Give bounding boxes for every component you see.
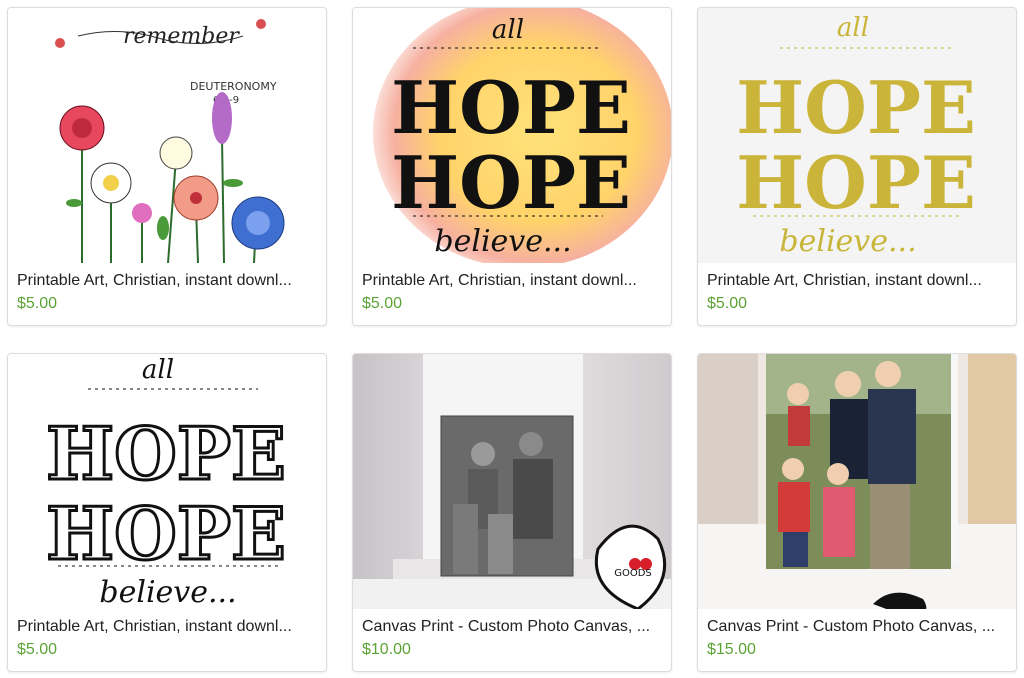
svg-text:all: all [142, 355, 174, 385]
svg-text:HOPE: HOPE [46, 411, 286, 496]
listing-card[interactable]: Canvas Print - Custom Photo Canvas, ... … [697, 353, 1017, 672]
listing-card[interactable]: all HOPE HOPE believe... Printable Art, … [7, 353, 327, 672]
svg-text:DEUTERONOMY: DEUTERONOMY [190, 80, 277, 93]
listing-title[interactable]: Printable Art, Christian, instant downl.… [17, 618, 317, 636]
hope-black-artwork: all HOPE HOPE believe... [8, 354, 326, 609]
listing-title[interactable]: Canvas Print - Custom Photo Canvas, ... [362, 618, 662, 636]
canvas-bw-photo: GOODS [353, 354, 671, 609]
listing-card[interactable]: all HOPE HOPE believe... Printable Art, … [697, 7, 1017, 326]
listing-card[interactable]: remember DEUTERONOMY 6:5-9 [7, 7, 327, 326]
svg-text:believe...: believe... [99, 575, 236, 609]
listing-price: $5.00 [362, 295, 403, 312]
svg-text:HOPE: HOPE [46, 491, 286, 576]
svg-text:believe...: believe... [434, 224, 571, 259]
floral-artwork: remember DEUTERONOMY 6:5-9 [8, 8, 326, 263]
svg-text:believe...: believe... [779, 224, 916, 259]
listing-card[interactable]: all HOPE HOPE believe... Printable Art, … [352, 7, 672, 326]
listing-image-hope-gold[interactable]: all HOPE HOPE believe... [698, 8, 1016, 263]
listing-price: $10.00 [362, 641, 411, 658]
listing-image-hope-watercolor[interactable]: all HOPE HOPE believe... [353, 8, 671, 263]
svg-text:HOPE: HOPE [391, 140, 631, 225]
svg-text:HOPE: HOPE [391, 65, 631, 150]
hope-gold-artwork: all HOPE HOPE believe... [698, 8, 1016, 263]
listing-card[interactable]: GOODS Canvas Print - Custom Photo Canvas… [352, 353, 672, 672]
listing-price: $5.00 [17, 641, 58, 658]
svg-text:HOPE: HOPE [736, 140, 976, 225]
svg-text:all: all [837, 13, 869, 43]
listing-image-floral-print[interactable]: remember DEUTERONOMY 6:5-9 [8, 8, 326, 263]
svg-text:GOODS: GOODS [614, 568, 652, 579]
listing-title[interactable]: Printable Art, Christian, instant downl.… [362, 272, 662, 290]
svg-text:all: all [492, 15, 524, 45]
listing-price: $5.00 [707, 295, 748, 312]
listing-image-canvas-color[interactable] [698, 354, 1016, 609]
svg-text:HOPE: HOPE [736, 65, 976, 150]
listing-title[interactable]: Canvas Print - Custom Photo Canvas, ... [707, 618, 1007, 636]
listing-grid: remember DEUTERONOMY 6:5-9 [0, 0, 1024, 678]
svg-text:remember: remember [123, 24, 240, 49]
listing-image-canvas-bw[interactable]: GOODS [353, 354, 671, 609]
listing-title[interactable]: Printable Art, Christian, instant downl.… [17, 272, 317, 290]
hope-watercolor-artwork: all HOPE HOPE believe... [353, 8, 671, 263]
listing-price: $15.00 [707, 641, 756, 658]
listing-price: $5.00 [17, 295, 58, 312]
listing-image-hope-black[interactable]: all HOPE HOPE believe... [8, 354, 326, 609]
canvas-color-photo [698, 354, 1016, 609]
listing-title[interactable]: Printable Art, Christian, instant downl.… [707, 272, 1007, 290]
